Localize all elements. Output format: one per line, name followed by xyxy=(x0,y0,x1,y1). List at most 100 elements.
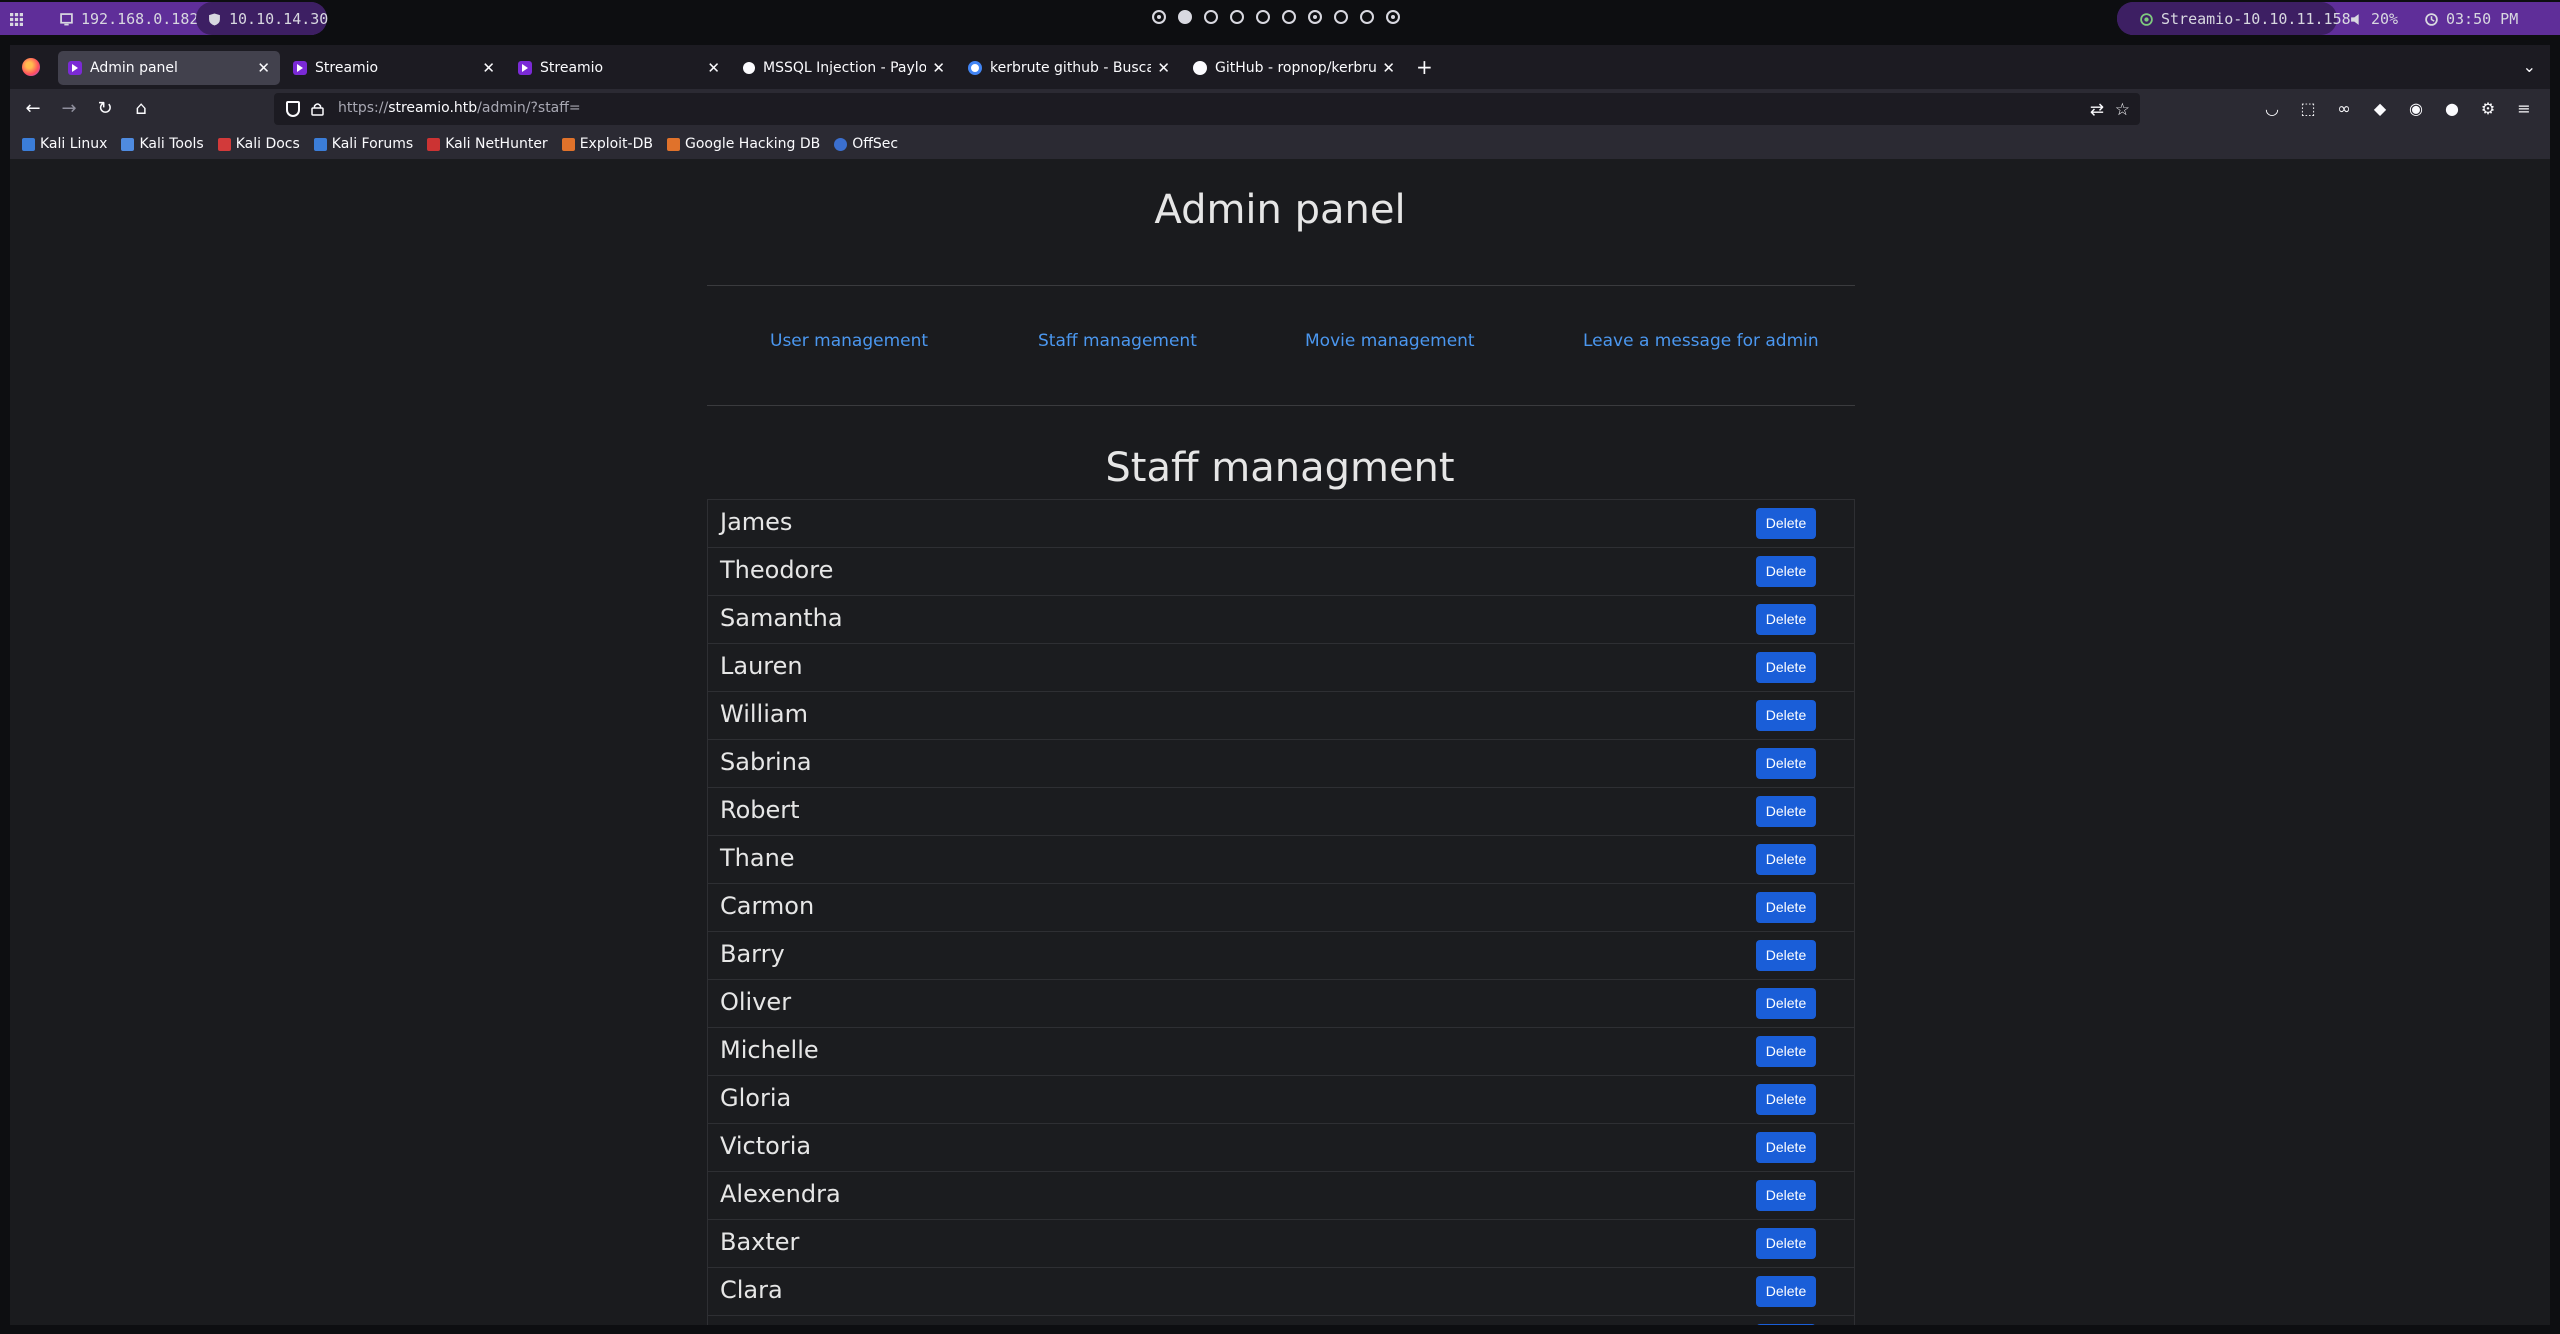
new-tab-icon[interactable]: + xyxy=(1416,57,1433,77)
staff-name: Theodore xyxy=(720,556,834,584)
close-tab-icon[interactable]: ✕ xyxy=(482,59,495,77)
bookmark-label: Kali Tools xyxy=(139,136,204,152)
reload-icon[interactable]: ↻ xyxy=(94,98,116,120)
glasses-extension-icon[interactable]: ∞ xyxy=(2334,99,2354,119)
firefox-menu-icon[interactable] xyxy=(22,58,40,76)
browser-window: Admin panel ✕ Streamio ✕ Streamio ✕ MSSQ… xyxy=(10,45,2550,1325)
staff-row: Baxter Delete xyxy=(708,1220,1854,1268)
cookie-icon[interactable]: ● xyxy=(2442,99,2462,119)
bookmark-exploit-db[interactable]: Exploit-DB xyxy=(561,136,653,152)
chevron-down-icon[interactable]: ⌄ xyxy=(2523,57,2536,76)
workspace-dot[interactable] xyxy=(1308,10,1322,24)
bookmark-label: Kali NetHunter xyxy=(445,136,548,152)
url-bar[interactable]: https://streamio.htb/admin/?staff= ⇄ ☆ xyxy=(274,93,2140,125)
workspace-switcher[interactable] xyxy=(1152,10,1400,24)
close-tab-icon[interactable]: ✕ xyxy=(1382,59,1395,77)
tracking-shield-icon[interactable] xyxy=(286,101,300,117)
page-content: Admin panel User management Staff manage… xyxy=(10,159,2550,1325)
lock-icon[interactable] xyxy=(311,102,324,116)
tab-streamio-1[interactable]: Streamio ✕ xyxy=(283,51,505,85)
kali-icon xyxy=(22,137,35,151)
delete-button[interactable]: Delete xyxy=(1756,796,1816,827)
staff-row: Clara Delete xyxy=(708,1268,1854,1316)
settings-gear-icon[interactable]: ⚙ xyxy=(2478,99,2498,119)
delete-button[interactable]: Delete xyxy=(1756,940,1816,971)
staff-row: Alexendra Delete xyxy=(708,1172,1854,1220)
apps-menu[interactable] xyxy=(10,9,23,29)
staff-name: Gloria xyxy=(720,1084,792,1112)
delete-button[interactable]: Delete xyxy=(1756,604,1816,635)
delete-button[interactable]: Delete xyxy=(1756,1132,1816,1163)
delete-button[interactable]: Delete xyxy=(1756,1276,1816,1307)
tab-mssql-injection[interactable]: MSSQL Injection - Payload ✕ xyxy=(733,51,955,85)
close-tab-icon[interactable]: ✕ xyxy=(932,59,945,77)
tab-label: kerbrute github - Buscar c xyxy=(990,60,1152,76)
bookmark-star-icon[interactable]: ☆ xyxy=(2115,100,2130,120)
delete-button[interactable]: Delete xyxy=(1756,1324,1816,1325)
bookmark-label: Google Hacking DB xyxy=(684,136,821,152)
tab-streamio-2[interactable]: Streamio ✕ xyxy=(508,51,730,85)
bookmark-kali-tools[interactable]: Kali Tools xyxy=(121,136,204,152)
github-icon xyxy=(1193,61,1207,75)
user-management-link[interactable]: User management xyxy=(770,331,928,351)
bookmark-kali-linux[interactable]: Kali Linux xyxy=(22,136,107,152)
workspace-dot[interactable] xyxy=(1230,10,1244,24)
tab-github-kerbrute[interactable]: GitHub - ropnop/kerbrute ✕ xyxy=(1183,51,1405,85)
bookmark-kali-nethunter[interactable]: Kali NetHunter xyxy=(427,136,548,152)
bookmark-kali-forums[interactable]: Kali Forums xyxy=(313,136,413,152)
workspace-dot[interactable] xyxy=(1256,10,1270,24)
delete-button[interactable]: Delete xyxy=(1756,700,1816,731)
tab-admin-panel[interactable]: Admin panel ✕ xyxy=(58,51,280,85)
bookmark-offsec[interactable]: OffSec xyxy=(834,136,898,152)
extensions-icon[interactable]: ⬚ xyxy=(2298,99,2318,119)
tab-kerbrute-search[interactable]: kerbrute github - Buscar c ✕ xyxy=(958,51,1180,85)
translate-icon[interactable]: ⇄ xyxy=(2090,100,2104,120)
workspace-dot-active[interactable] xyxy=(1178,10,1192,24)
delete-button[interactable]: Delete xyxy=(1756,508,1816,539)
wappalyzer-icon[interactable]: ◆ xyxy=(2370,99,2390,119)
url-text[interactable]: https://streamio.htb/admin/?staff= xyxy=(338,100,581,116)
url-host: streamio.htb xyxy=(388,100,478,116)
workspace-dot[interactable] xyxy=(1282,10,1296,24)
delete-button[interactable]: Delete xyxy=(1756,1036,1816,1067)
bookmark-google-hacking-db[interactable]: Google Hacking DB xyxy=(666,136,821,152)
offsec-icon xyxy=(834,137,848,151)
close-tab-icon[interactable]: ✕ xyxy=(257,59,270,77)
forward-icon[interactable]: → xyxy=(58,98,80,120)
delete-button[interactable]: Delete xyxy=(1756,556,1816,587)
staff-row: Oliver Delete xyxy=(708,980,1854,1028)
delete-button[interactable]: Delete xyxy=(1756,988,1816,1019)
close-tab-icon[interactable]: ✕ xyxy=(1157,59,1170,77)
system-top-bar: 192.168.0.182 10.10.14.30 Streamio-10.10… xyxy=(0,0,2560,37)
staff-name: Thane xyxy=(720,844,795,872)
delete-button[interactable]: Delete xyxy=(1756,844,1816,875)
delete-button[interactable]: Delete xyxy=(1756,892,1816,923)
foxyproxy-icon[interactable]: ◉ xyxy=(2406,99,2426,119)
pocket-icon[interactable]: ◡ xyxy=(2262,99,2282,119)
staff-management-link[interactable]: Staff management xyxy=(1038,331,1197,351)
movie-management-link[interactable]: Movie management xyxy=(1305,331,1475,351)
workspace-dot[interactable] xyxy=(1360,10,1374,24)
staff-list: James Delete Theodore Delete Samantha Delete L… xyxy=(707,499,1855,1325)
close-tab-icon[interactable]: ✕ xyxy=(707,59,720,77)
staff-row: Sabrina Delete xyxy=(708,740,1854,788)
ghdb-icon xyxy=(666,137,680,151)
back-icon[interactable]: ← xyxy=(22,98,44,120)
tab-label: GitHub - ropnop/kerbrute xyxy=(1215,60,1377,76)
delete-button[interactable]: Delete xyxy=(1756,1180,1816,1211)
leave-message-link[interactable]: Leave a message for admin xyxy=(1583,331,1819,351)
delete-button[interactable]: Delete xyxy=(1756,1228,1816,1259)
bookmark-label: Kali Linux xyxy=(40,136,108,152)
delete-button[interactable]: Delete xyxy=(1756,1084,1816,1115)
home-icon[interactable]: ⌂ xyxy=(130,98,152,120)
workspace-dot[interactable] xyxy=(1152,10,1166,24)
delete-button[interactable]: Delete xyxy=(1756,748,1816,779)
bookmark-kali-docs[interactable]: Kali Docs xyxy=(217,136,300,152)
volume-indicator[interactable]: 20% xyxy=(2350,9,2398,29)
hamburger-menu-icon[interactable]: ≡ xyxy=(2514,99,2534,119)
delete-button[interactable]: Delete xyxy=(1756,652,1816,683)
workspace-dot[interactable] xyxy=(1386,10,1400,24)
staff-row: Robert Delete xyxy=(708,788,1854,836)
workspace-dot[interactable] xyxy=(1204,10,1218,24)
workspace-dot[interactable] xyxy=(1334,10,1348,24)
